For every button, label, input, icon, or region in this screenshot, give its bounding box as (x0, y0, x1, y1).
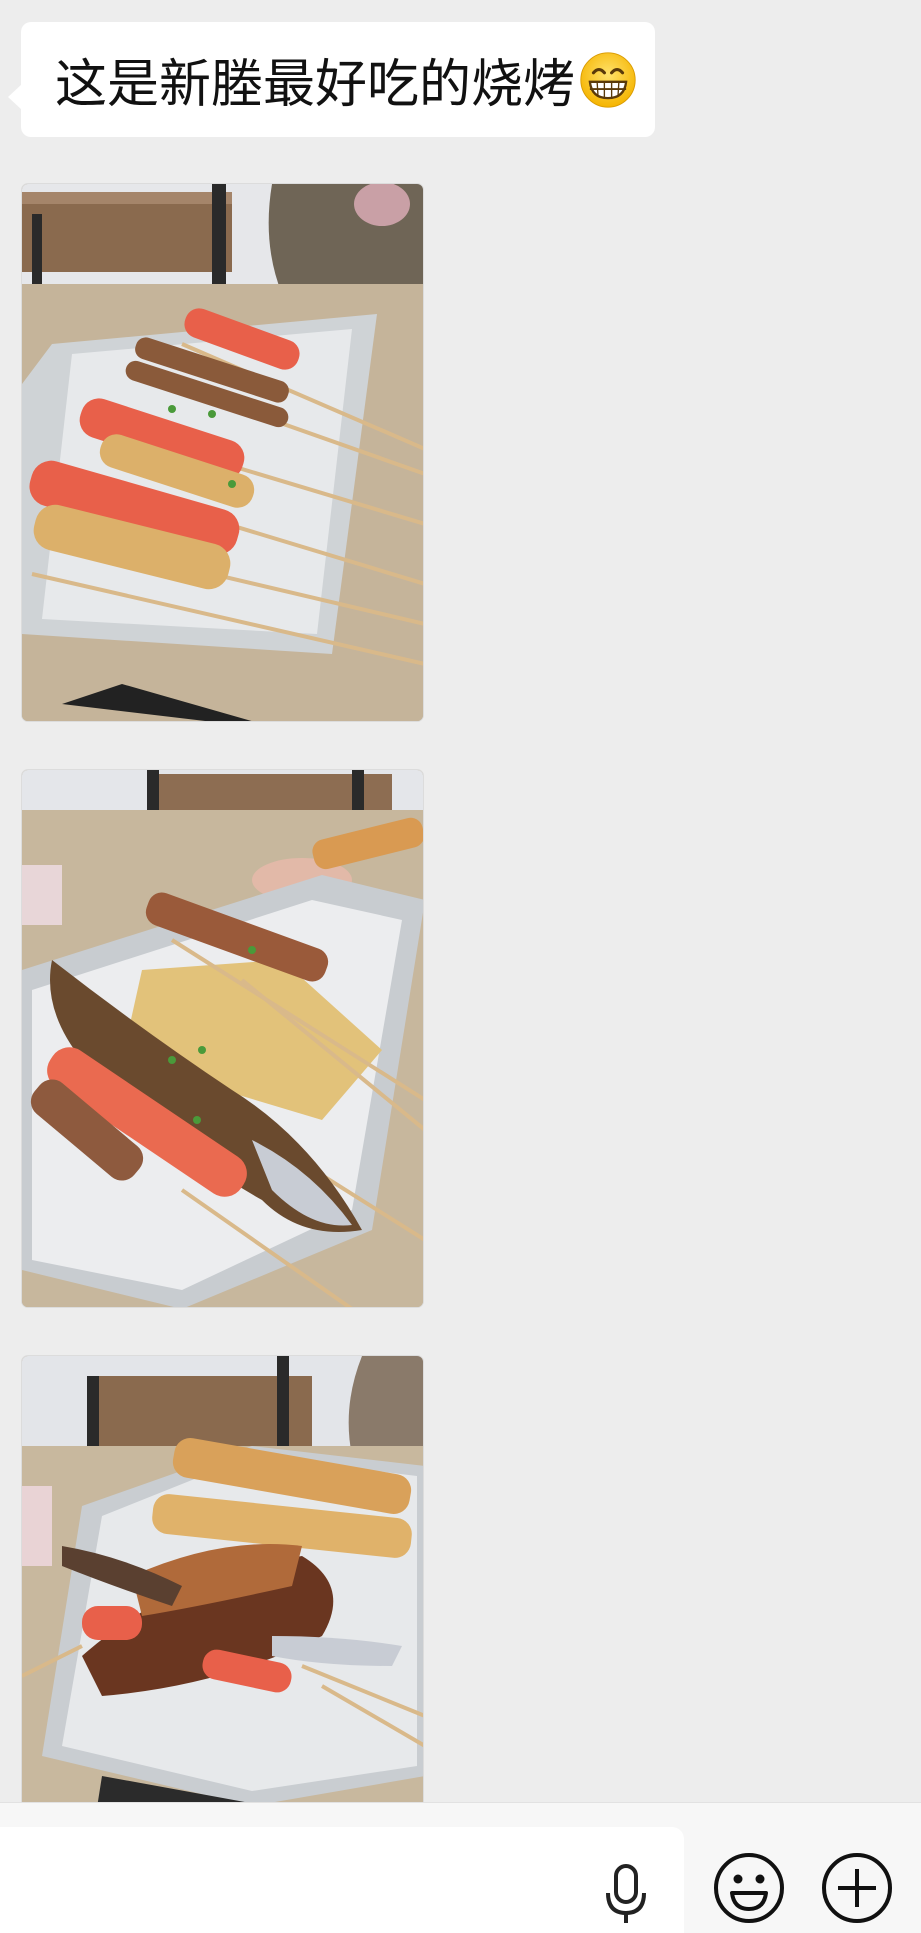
grinning-face-emoji-icon (580, 51, 636, 108)
chat-window: 这是新塍最好吃的烧烤 (0, 0, 921, 1933)
message-bubble[interactable]: 这是新塍最好吃的烧烤 (8, 22, 655, 137)
input-bar (0, 1802, 921, 1933)
smiley-icon[interactable] (712, 1851, 786, 1925)
message-input[interactable] (0, 1827, 684, 1933)
microphone-icon[interactable] (601, 1863, 651, 1929)
plus-circle-icon[interactable] (820, 1851, 894, 1925)
message-text: 这是新塍最好吃的烧烤 (55, 55, 576, 115)
photo-message-2[interactable] (21, 769, 424, 1308)
photo-message-1[interactable] (21, 183, 424, 722)
bbq-fish-photo-icon (22, 770, 423, 1307)
bbq-skewers-photo-icon (22, 184, 423, 721)
